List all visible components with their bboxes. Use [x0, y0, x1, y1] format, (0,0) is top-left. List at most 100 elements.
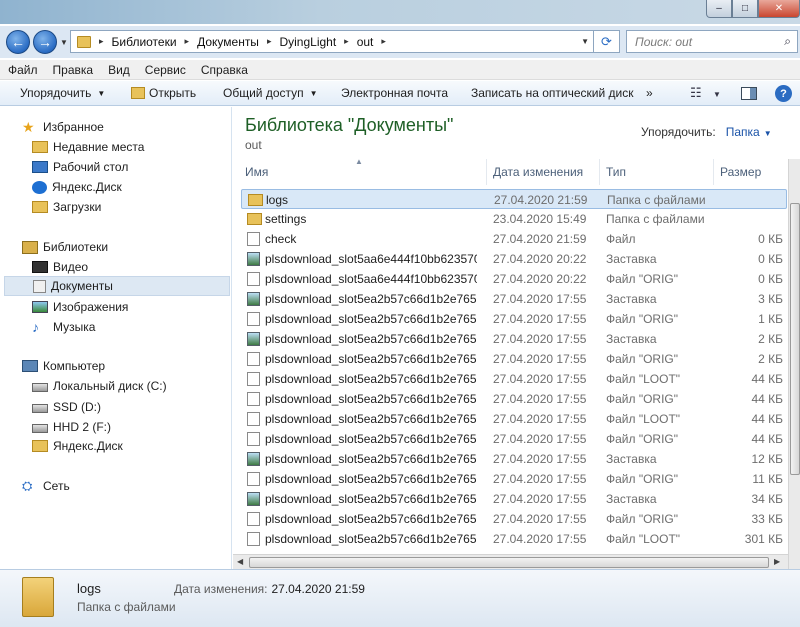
file-size: 11 КБ	[752, 472, 783, 486]
nav-documents[interactable]: Документы	[4, 276, 230, 296]
table-row[interactable]: plsdownload_slot5aa6e444f10bb6235700... 2…	[241, 249, 787, 269]
table-row[interactable]: plsdownload_slot5ea2b57c66d1b2e7651d... 2…	[241, 489, 787, 509]
chevron-right-icon[interactable]: ▸	[99, 36, 104, 47]
table-row[interactable]: plsdownload_slot5ea2b57c66d1b2e7651d... 2…	[241, 329, 787, 349]
table-row[interactable]: plsdownload_slot5ea2b57c66d1b2e7651d... 2…	[241, 429, 787, 449]
screensaver-file-icon	[247, 332, 260, 346]
table-row[interactable]: plsdownload_slot5ea2b57c66d1b2e7651d... 2…	[241, 529, 787, 549]
menu-file[interactable]: Файл	[8, 63, 38, 77]
change-view-icon[interactable]: ☷	[690, 85, 702, 101]
menu-tools[interactable]: Сервис	[145, 63, 186, 77]
chevron-right-icon[interactable]: ▸	[185, 36, 190, 47]
scroll-thumb[interactable]	[790, 203, 800, 475]
help-icon[interactable]: ?	[775, 85, 792, 102]
breadcrumb-documents[interactable]: Документы	[197, 35, 259, 49]
table-row[interactable]: settings 23.04.2020 15:49 Папка с файлами	[241, 209, 787, 229]
burn-disc-button[interactable]: Записать на оптический диск	[471, 86, 634, 100]
search-icon[interactable]: ⌕	[784, 34, 791, 49]
column-type[interactable]: Тип	[600, 159, 714, 185]
nav-computer[interactable]: Компьютер	[22, 356, 248, 376]
file-icon	[247, 432, 260, 446]
chevron-down-icon: ▼	[97, 88, 106, 98]
close-button[interactable]: ✕	[758, 0, 800, 18]
file-name: plsdownload_slot5ea2b57c66d1b2e7651d...	[265, 472, 477, 486]
table-row[interactable]: check 27.04.2020 21:59 Файл 0 КБ	[241, 229, 787, 249]
horizontal-scrollbar[interactable]: ◀ ▶	[233, 554, 788, 569]
minimize-button[interactable]: –	[706, 0, 732, 18]
scroll-left-icon[interactable]: ◀	[237, 557, 243, 566]
column-date[interactable]: Дата изменения	[487, 159, 600, 185]
maximize-button[interactable]: □	[732, 0, 758, 18]
menu-help[interactable]: Справка	[201, 63, 248, 77]
table-row[interactable]: plsdownload_slot5aa6e444f10bb6235700... 2…	[241, 269, 787, 289]
breadcrumb-out[interactable]: out	[357, 35, 374, 49]
chevron-right-icon[interactable]: ▸	[381, 36, 386, 47]
nav-video[interactable]: Видео	[32, 257, 258, 277]
view-options-dropdown[interactable]: ▼	[713, 90, 721, 99]
file-name: plsdownload_slot5aa6e444f10bb6235700...	[265, 272, 477, 286]
more-commands-button[interactable]: »	[646, 86, 653, 100]
menu-edit[interactable]: Правка	[53, 63, 94, 77]
recent-pages-dropdown[interactable]: ▼	[60, 38, 68, 47]
preview-pane-icon[interactable]	[741, 87, 757, 100]
search-input[interactable]: Поиск: out ⌕	[626, 30, 798, 53]
file-size: 44 КБ	[751, 412, 783, 426]
table-row[interactable]: plsdownload_slot5ea2b57c66d1b2e7651d... 2…	[241, 409, 787, 429]
nav-desktop[interactable]: Рабочий стол	[32, 157, 258, 177]
chevron-right-icon[interactable]: ▸	[344, 36, 349, 47]
forward-arrow-icon: →	[38, 34, 52, 50]
file-name: settings	[265, 212, 307, 226]
recent-places-icon	[32, 141, 48, 153]
table-row[interactable]: plsdownload_slot5ea2b57c66d1b2e7651d... 2…	[241, 289, 787, 309]
breadcrumb-libraries[interactable]: Библиотеки	[112, 35, 177, 49]
nav-images[interactable]: Изображения	[32, 297, 258, 317]
open-button[interactable]: Открыть	[131, 86, 196, 100]
file-name: plsdownload_slot5ea2b57c66d1b2e7651d...	[265, 352, 477, 366]
chevron-down-icon[interactable]: ▼	[764, 129, 772, 138]
file-size: 2 КБ	[758, 352, 783, 366]
file-date: 27.04.2020 20:22	[493, 252, 587, 266]
table-row[interactable]: plsdownload_slot5ea2b57c66d1b2e7651d... 2…	[241, 509, 787, 529]
nav-disk-d[interactable]: SSD (D:)	[32, 397, 258, 417]
nav-disk-f[interactable]: HHD 2 (F:)	[32, 417, 258, 437]
table-row[interactable]: plsdownload_slot5ea2b57c66d1b2e7651d... 2…	[241, 309, 787, 329]
arrange-by-value[interactable]: Папка	[726, 125, 760, 139]
refresh-button[interactable]: ⟳	[594, 30, 620, 53]
table-row[interactable]: plsdownload_slot5ea2b57c66d1b2e7651d... 2…	[241, 389, 787, 409]
email-button[interactable]: Электронная почта	[341, 86, 448, 100]
menu-view[interactable]: Вид	[108, 63, 130, 77]
back-button[interactable]: ←	[6, 30, 30, 54]
nav-favorites[interactable]: ★ Избранное	[22, 117, 248, 137]
screensaver-file-icon	[247, 252, 260, 266]
share-button[interactable]: Общий доступ ▼	[223, 86, 318, 100]
nav-yandex-disk-computer[interactable]: Яндекс.Диск	[32, 436, 258, 456]
file-icon	[247, 532, 260, 546]
column-size[interactable]: Размер	[714, 159, 788, 185]
table-row[interactable]: plsdownload_slot5ea2b57c66d1b2e7651d... 2…	[241, 449, 787, 469]
nav-network[interactable]: ⛭ Сеть	[22, 476, 248, 496]
screensaver-file-icon	[247, 452, 260, 466]
table-row[interactable]: plsdownload_slot5ea2b57c66d1b2e7651d... 2…	[241, 469, 787, 489]
table-row[interactable]: logs 27.04.2020 21:59 Папка с файлами	[241, 189, 787, 209]
nav-music[interactable]: ♪ Музыка	[32, 317, 258, 337]
vertical-scrollbar[interactable]	[788, 159, 800, 569]
nav-recent-places[interactable]: Недавние места	[32, 137, 258, 157]
breadcrumb-dyinglight[interactable]: DyingLight	[279, 35, 336, 49]
nav-libraries[interactable]: Библиотеки	[22, 237, 248, 257]
organize-button[interactable]: Упорядочить ▼	[20, 86, 105, 100]
address-bar[interactable]: ▸ Библиотеки ▸ Документы ▸ DyingLight ▸ …	[70, 30, 594, 53]
forward-button[interactable]: →	[33, 30, 57, 54]
scroll-thumb[interactable]	[249, 557, 769, 568]
nav-yandex-disk-favorite[interactable]: Яндекс.Диск	[32, 177, 258, 197]
system-drive-icon	[32, 383, 48, 392]
table-row[interactable]: plsdownload_slot5ea2b57c66d1b2e7651d... 2…	[241, 369, 787, 389]
nav-label: Локальный диск (C:)	[53, 379, 167, 393]
computer-icon	[22, 360, 38, 372]
column-name[interactable]: Имя	[239, 159, 487, 185]
scroll-right-icon[interactable]: ▶	[774, 557, 780, 566]
table-row[interactable]: plsdownload_slot5ea2b57c66d1b2e7651d... 2…	[241, 349, 787, 369]
address-history-dropdown[interactable]: ▼	[581, 37, 589, 46]
nav-downloads[interactable]: Загрузки	[32, 197, 258, 217]
nav-disk-c[interactable]: Локальный диск (C:)	[32, 376, 258, 396]
chevron-right-icon[interactable]: ▸	[267, 36, 272, 47]
